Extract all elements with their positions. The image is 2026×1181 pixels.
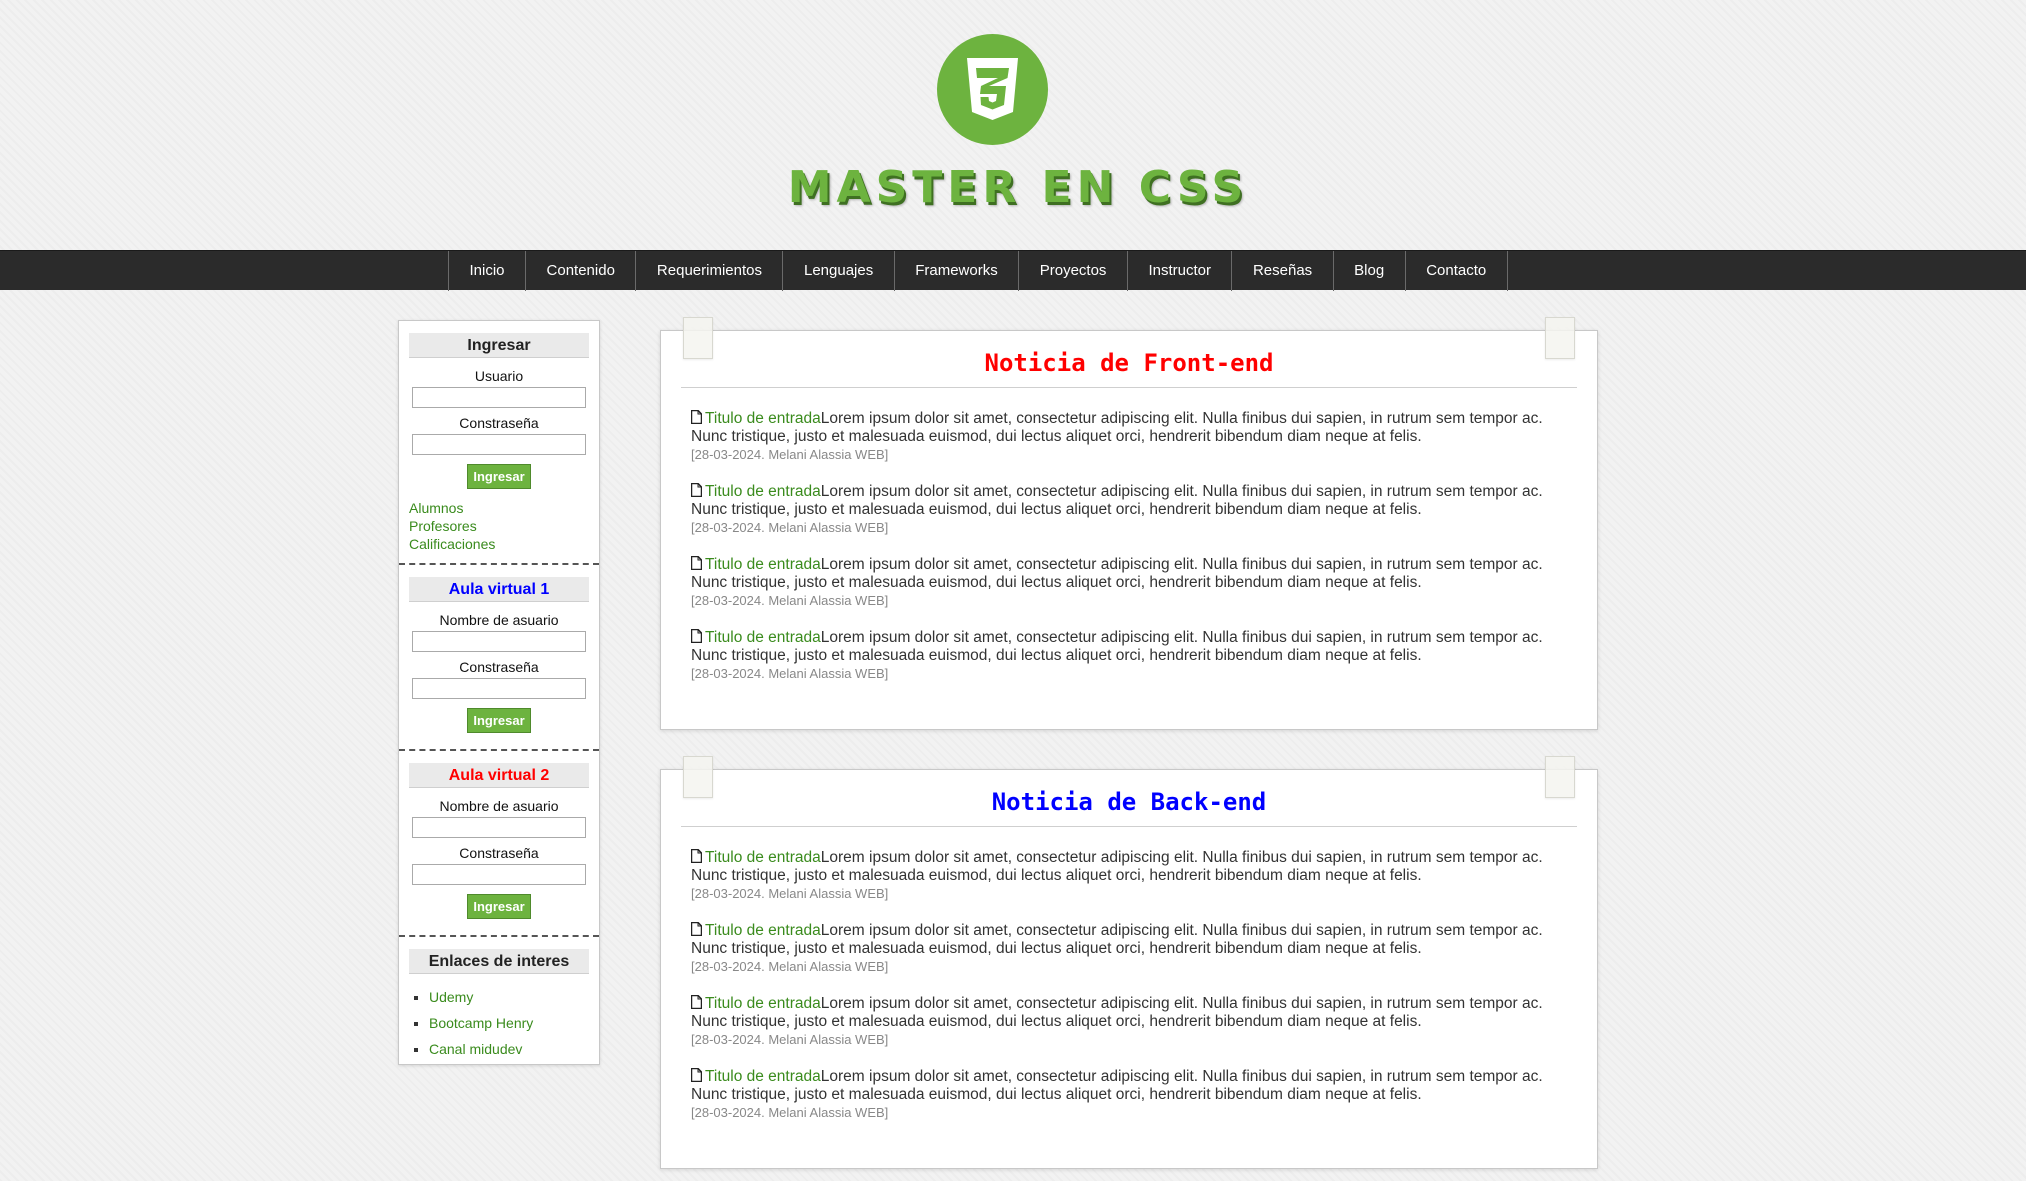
aula2-widget-title: Aula virtual 2 (409, 763, 589, 788)
password-label: Constraseña (459, 415, 539, 431)
entry-title-link[interactable]: Titulo de entrada (705, 629, 821, 646)
list-item: Titulo de entradaLorem ipsum dolor sit a… (681, 921, 1577, 976)
nav-item-lenguajes[interactable]: Lenguajes (783, 251, 895, 291)
interest-links: Udemy Bootcamp Henry Canal midudev (409, 984, 589, 1062)
login-button[interactable]: Ingresar (467, 464, 531, 489)
nav-item-frameworks[interactable]: Frameworks (895, 251, 1020, 291)
entry-title-link[interactable]: Titulo de entrada (705, 995, 821, 1012)
entry-title-link[interactable]: Titulo de entrada (705, 1068, 821, 1085)
aula1-password-label: Constraseña (459, 659, 539, 675)
aula2-password-label: Constraseña (459, 845, 539, 861)
nav-item-contenido[interactable]: Contenido (526, 251, 637, 291)
document-icon (690, 994, 703, 1010)
aula2-user-input[interactable] (412, 817, 586, 838)
aula2-password-input[interactable] (412, 864, 586, 885)
link-alumnos[interactable]: Alumnos (409, 500, 463, 516)
entry-title-link[interactable]: Titulo de entrada (705, 849, 821, 866)
links-widget-title: Enlaces de interes (409, 949, 589, 974)
list-item: Bootcamp Henry (429, 1010, 589, 1036)
entry-meta: [28-03-2024. Melani Alassia WEB] (691, 886, 889, 901)
news-title-backend: Noticia de Back-end (681, 770, 1577, 827)
link-udemy[interactable]: Udemy (429, 989, 473, 1005)
aula1-login-button[interactable]: Ingresar (467, 708, 531, 733)
paper-clip-decoration (683, 317, 713, 359)
nav-item-requerimientos[interactable]: Requerimientos (636, 251, 784, 291)
entry-meta: [28-03-2024. Melani Alassia WEB] (691, 1105, 889, 1120)
entry-title-link[interactable]: Titulo de entrada (705, 922, 821, 939)
news-backend: Noticia de Back-end Titulo de entradaLor… (660, 756, 1598, 1169)
list-item: Titulo de entradaLorem ipsum dolor sit a… (681, 994, 1577, 1049)
document-icon (690, 628, 703, 644)
document-icon (690, 1067, 703, 1083)
aula1-widget: Aula virtual 1 Nombre de asuario Constra… (399, 565, 599, 751)
news-title-frontend: Noticia de Front-end (681, 331, 1577, 388)
list-item: Titulo de entradaLorem ipsum dolor sit a… (681, 848, 1577, 903)
aula2-user-label: Nombre de asuario (439, 798, 559, 814)
entry-meta: [28-03-2024. Melani Alassia WEB] (691, 666, 889, 681)
site-header: MASTER EN CSS (0, 0, 2026, 250)
entry-meta: [28-03-2024. Melani Alassia WEB] (691, 1032, 889, 1047)
login-links: Alumnos Profesores Calificaciones (409, 499, 589, 553)
nav-item-proyectos[interactable]: Proyectos (1019, 251, 1128, 291)
nav-item-inicio[interactable]: Inicio (449, 251, 527, 291)
list-item: Titulo de entradaLorem ipsum dolor sit a… (681, 628, 1577, 683)
entry-title-link[interactable]: Titulo de entrada (705, 410, 821, 427)
list-item: Canal midudev (429, 1036, 589, 1062)
aula1-user-input[interactable] (412, 631, 586, 652)
document-icon (690, 555, 703, 571)
login-widget: Ingresar Usuario Constraseña Ingresar Al… (399, 321, 599, 565)
nav-item-contacto[interactable]: Contacto (1406, 251, 1508, 291)
aula1-password-input[interactable] (412, 678, 586, 699)
list-item: Titulo de entradaLorem ipsum dolor sit a… (681, 409, 1577, 464)
nav-list: Inicio Contenido Requerimientos Lenguaje… (448, 251, 1508, 291)
entry-meta: [28-03-2024. Melani Alassia WEB] (691, 593, 889, 608)
paper-clip-decoration (1545, 317, 1575, 359)
entry-meta: [28-03-2024. Melani Alassia WEB] (691, 959, 889, 974)
nav-item-instructor[interactable]: Instructor (1128, 251, 1233, 291)
list-item: Titulo de entradaLorem ipsum dolor sit a… (681, 555, 1577, 610)
entry-meta: [28-03-2024. Melani Alassia WEB] (691, 447, 889, 462)
link-profesores[interactable]: Profesores (409, 518, 477, 534)
aula2-login-button[interactable]: Ingresar (467, 894, 531, 919)
link-canal-midudev[interactable]: Canal midudev (429, 1041, 522, 1057)
list-item: Titulo de entradaLorem ipsum dolor sit a… (681, 1067, 1577, 1122)
aula1-widget-title: Aula virtual 1 (409, 577, 589, 602)
news-frontend: Noticia de Front-end Titulo de entradaLo… (660, 317, 1598, 730)
nav-item-resenas[interactable]: Reseñas (1232, 251, 1334, 291)
document-icon (690, 409, 703, 425)
link-bootcamp-henry[interactable]: Bootcamp Henry (429, 1015, 533, 1031)
entry-title-link[interactable]: Titulo de entrada (705, 556, 821, 573)
document-icon (690, 482, 703, 498)
password-input[interactable] (412, 434, 586, 455)
brand-title: MASTER EN CSS (787, 162, 1249, 213)
user-label: Usuario (474, 368, 524, 384)
paper-clip-decoration (683, 756, 713, 798)
entry-meta: [28-03-2024. Melani Alassia WEB] (691, 520, 889, 535)
user-input[interactable] (412, 387, 586, 408)
aula1-user-label: Nombre de asuario (439, 612, 559, 628)
paper-clip-decoration (1545, 756, 1575, 798)
link-calificaciones[interactable]: Calificaciones (409, 536, 495, 552)
list-item: Udemy (429, 984, 589, 1010)
list-item: Titulo de entradaLorem ipsum dolor sit a… (681, 482, 1577, 537)
entry-title-link[interactable]: Titulo de entrada (705, 483, 821, 500)
login-widget-title: Ingresar (409, 333, 589, 358)
nav-item-blog[interactable]: Blog (1334, 251, 1406, 291)
links-widget: Enlaces de interes Udemy Bootcamp Henry … (399, 937, 599, 1072)
aula2-widget: Aula virtual 2 Nombre de asuario Constra… (399, 751, 599, 937)
sidebar: Ingresar Usuario Constraseña Ingresar Al… (398, 320, 600, 1065)
main-navbar: Inicio Contenido Requerimientos Lenguaje… (0, 250, 2026, 291)
document-icon (690, 848, 703, 864)
document-icon (690, 921, 703, 937)
css3-logo-icon (937, 34, 1048, 145)
